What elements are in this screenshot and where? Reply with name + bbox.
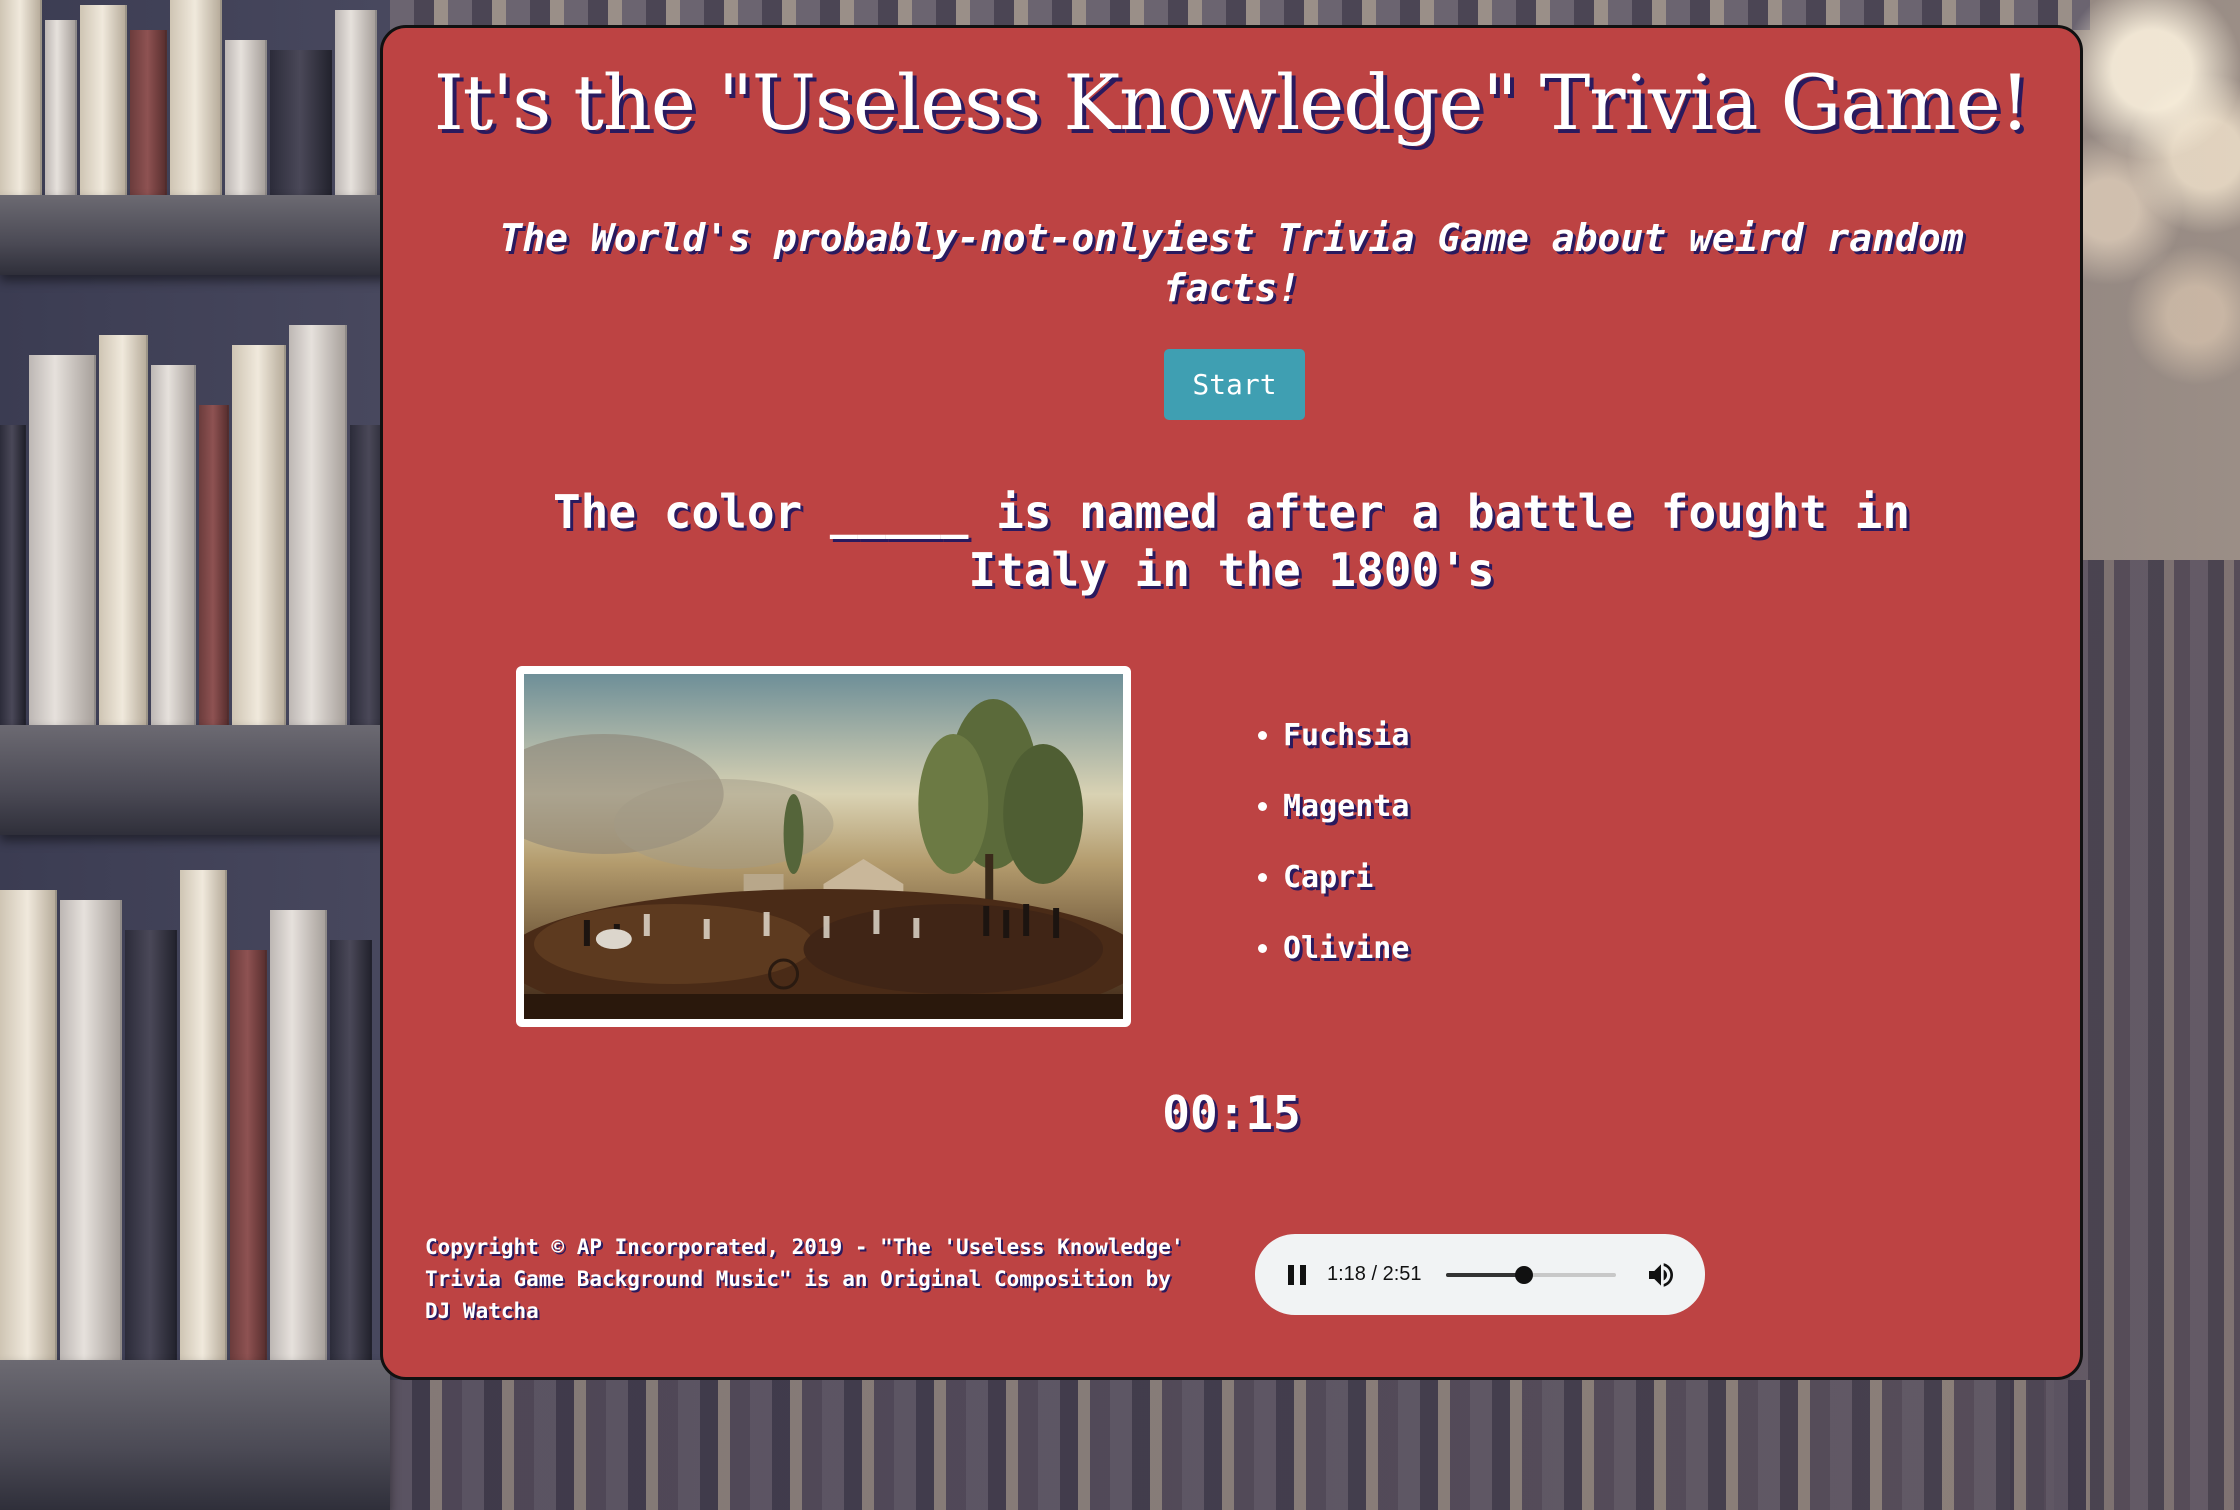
audio-progress-slider[interactable] xyxy=(1445,1265,1616,1284)
background-bottom-shelves xyxy=(390,1380,2090,1510)
background-shelf-2 xyxy=(0,725,390,835)
audio-progress-fill xyxy=(1445,1272,1524,1277)
answer-option[interactable]: Olivine xyxy=(1283,929,1409,1000)
background-books-row-1 xyxy=(0,0,390,200)
volume-icon[interactable] xyxy=(1645,1259,1677,1291)
background-books-row-3 xyxy=(0,860,390,1370)
question-image xyxy=(516,666,1131,1027)
copyright-notice: Copyright © AP Incorporated, 2019 - "The… xyxy=(425,1235,1184,1323)
audio-progress-thumb[interactable] xyxy=(1514,1265,1533,1284)
audio-player: 1:18 / 2:51 xyxy=(1255,1234,1705,1315)
background-shelf-1 xyxy=(0,195,390,275)
audio-time-display: 1:18 / 2:51 xyxy=(1327,1263,1422,1285)
answer-list: Fuchsia Magenta Capri Olivine xyxy=(1243,716,1409,1000)
countdown-timer: 00:15 xyxy=(1162,1086,1301,1140)
background-shelf-3 xyxy=(0,1360,390,1510)
pause-icon[interactable] xyxy=(1281,1259,1313,1291)
answer-option[interactable]: Magenta xyxy=(1283,787,1409,858)
page-subtitle: The World's probably-not-onlyiest Trivia… xyxy=(499,216,1964,310)
answer-option[interactable]: Capri xyxy=(1283,858,1409,929)
question-text: The color _____ is named after a battle … xyxy=(552,485,1911,597)
trivia-card: It's the "Useless Knowledge" Trivia Game… xyxy=(380,25,2083,1380)
start-button[interactable]: Start xyxy=(1164,349,1305,420)
battle-painting-icon xyxy=(524,674,1123,1019)
answer-option[interactable]: Fuchsia xyxy=(1283,716,1409,787)
background-books-row-2 xyxy=(0,315,390,725)
page-title: It's the "Useless Knowledge" Trivia Game… xyxy=(433,58,2031,147)
